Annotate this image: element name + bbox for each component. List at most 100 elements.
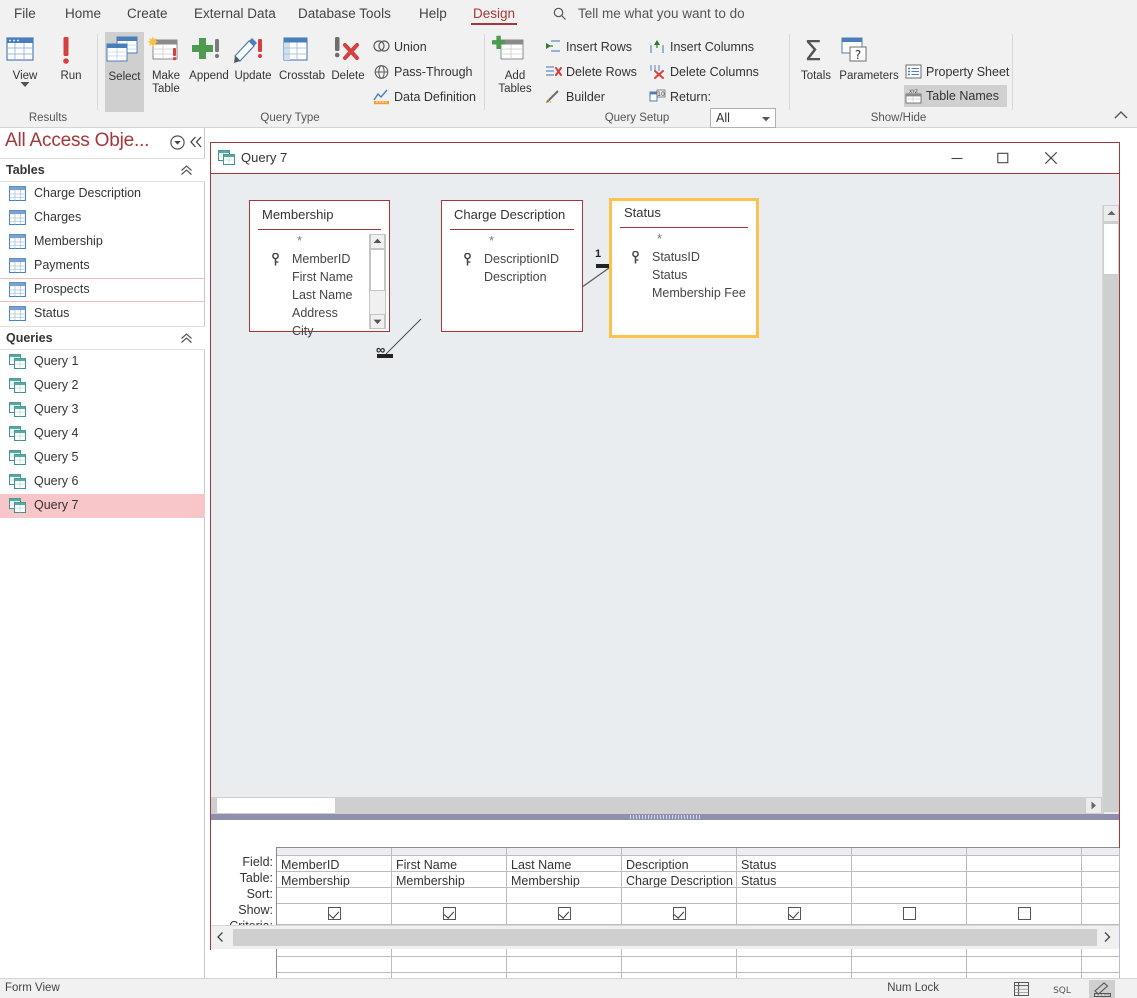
scroll-right-arrow-icon[interactable] [1099, 929, 1117, 946]
diagram-horizontal-scrollbar[interactable] [211, 797, 1102, 814]
grid-field-cell[interactable]: MemberID [277, 856, 392, 872]
nav-item-query-6[interactable]: Query 6 [0, 470, 205, 494]
grid-table-cell[interactable]: Membership [392, 872, 507, 888]
grid-sort-cell[interactable] [277, 888, 392, 904]
grid-show-cell[interactable] [852, 904, 967, 925]
builder-button[interactable]: Builder [544, 86, 605, 108]
grid-column-selector[interactable] [622, 848, 737, 856]
insert-rows-button[interactable]: Insert Rows [544, 36, 632, 58]
field-descriptionid[interactable]: DescriptionID [464, 252, 559, 266]
chevron-up-icon[interactable] [180, 165, 193, 176]
show-checkbox[interactable] [903, 907, 916, 920]
grid-field-cell[interactable] [852, 856, 967, 872]
nav-item-charge-description[interactable]: Charge Description [0, 182, 205, 206]
field-membership-fee[interactable]: Membership Fee [652, 286, 746, 300]
datasheet-view-button[interactable] [1008, 980, 1034, 998]
table-box-status[interactable]: Status * StatusID Status Membership Fee [609, 198, 759, 338]
field-memberid[interactable]: MemberID [272, 252, 350, 266]
scroll-left-arrow-icon[interactable] [213, 929, 231, 946]
nav-item-membership[interactable]: Membership [0, 230, 205, 254]
grid-sort-cell[interactable] [392, 888, 507, 904]
grid-table-cell[interactable]: Membership [277, 872, 392, 888]
nav-item-query-7[interactable]: Query 7 [0, 494, 205, 518]
grid-field-cell[interactable]: Status [737, 856, 852, 872]
update-button[interactable]: Update [232, 34, 274, 83]
delete-columns-button[interactable]: Delete Columns [648, 61, 759, 83]
all-fields-asterisk[interactable]: * [489, 233, 494, 248]
field-first-name[interactable]: First Name [292, 270, 353, 284]
navigation-filter-dropdown-icon[interactable] [170, 135, 185, 150]
close-button[interactable] [1028, 143, 1074, 173]
select-query-button[interactable]: Select [105, 32, 144, 112]
property-sheet-button[interactable]: Property Sheet [904, 61, 1009, 83]
nav-group-queries[interactable]: Queries [0, 326, 205, 350]
grid-column-selector[interactable] [852, 848, 967, 856]
minimize-button[interactable] [934, 143, 980, 173]
grid-column-selector[interactable] [507, 848, 622, 856]
grid-column-selector[interactable] [1082, 848, 1120, 856]
field-status[interactable]: Status [652, 268, 687, 282]
grid-show-cell[interactable] [1082, 904, 1120, 925]
grid-show-cell[interactable] [622, 904, 737, 925]
make-table-button[interactable]: Make Table [146, 34, 186, 96]
collapse-ribbon-icon[interactable] [1113, 109, 1129, 123]
scroll-down-arrow-icon[interactable] [370, 314, 385, 329]
nav-item-query-3[interactable]: Query 3 [0, 398, 205, 422]
table-box-charge-description[interactable]: Charge Description * DescriptionID Descr… [441, 200, 583, 332]
union-button[interactable]: Union [372, 36, 427, 58]
chevron-up-icon[interactable] [180, 333, 193, 344]
show-checkbox[interactable] [673, 907, 686, 920]
grid-sort-cell[interactable] [1082, 888, 1120, 904]
tab-design[interactable]: Design [463, 0, 525, 28]
grid-field-cell[interactable] [1082, 856, 1120, 872]
scrollbar-thumb[interactable] [370, 249, 385, 291]
tab-external-data[interactable]: External Data [184, 0, 286, 28]
scroll-up-arrow-icon[interactable] [1103, 205, 1119, 222]
grid-table-cell[interactable] [852, 872, 967, 888]
grid-field-cell[interactable]: First Name [392, 856, 507, 872]
maximize-button[interactable] [980, 143, 1026, 173]
crosstab-button[interactable]: Crosstab [278, 34, 326, 83]
field-statusid[interactable]: StatusID [632, 250, 700, 264]
append-button[interactable]: Append [188, 34, 230, 83]
show-checkbox[interactable] [443, 907, 456, 920]
grid-column-selector[interactable] [277, 848, 392, 856]
nav-item-payments[interactable]: Payments [0, 254, 205, 278]
grid-empty-cell[interactable] [737, 957, 852, 973]
grid-table-cell[interactable] [1082, 872, 1120, 888]
field-city[interactable]: City [292, 324, 314, 338]
insert-columns-button[interactable]: Insert Columns [648, 36, 754, 58]
nav-item-charges[interactable]: Charges [0, 206, 205, 230]
sql-view-button[interactable]: SQL [1049, 980, 1075, 998]
grid-table-cell[interactable] [967, 872, 1082, 888]
nav-item-query-5[interactable]: Query 5 [0, 446, 205, 470]
grid-table-cell[interactable]: Charge Description [622, 872, 737, 888]
collapse-navigation-pane-icon[interactable] [190, 136, 203, 148]
delete-query-button[interactable]: Delete [328, 34, 368, 83]
grid-empty-cell[interactable] [622, 957, 737, 973]
pass-through-button[interactable]: Pass-Through [372, 61, 473, 83]
diagram-vertical-scrollbar[interactable] [1102, 205, 1119, 814]
field-last-name[interactable]: Last Name [292, 288, 352, 302]
show-checkbox[interactable] [558, 907, 571, 920]
chevron-down-icon[interactable] [20, 82, 30, 88]
grid-show-cell[interactable] [967, 904, 1082, 925]
table-names-toggle[interactable]: XYZ Table Names [904, 85, 1007, 107]
tab-home[interactable]: Home [55, 0, 111, 28]
nav-item-prospects[interactable]: Prospects [0, 278, 205, 302]
nav-item-query-1[interactable]: Query 1 [0, 350, 205, 374]
nav-group-tables[interactable]: Tables [0, 158, 205, 182]
add-tables-button[interactable]: Add Tables [492, 34, 538, 96]
show-checkbox[interactable] [1018, 907, 1031, 920]
tab-help[interactable]: Help [409, 0, 457, 28]
scroll-up-arrow-icon[interactable] [370, 234, 385, 249]
grid-empty-cell[interactable] [277, 957, 392, 973]
nav-item-query-2[interactable]: Query 2 [0, 374, 205, 398]
table-box-scrollbar[interactable] [369, 234, 386, 329]
table-box-membership[interactable]: Membership * MemberID First Name Last Na… [249, 200, 390, 338]
show-checkbox[interactable] [788, 907, 801, 920]
grid-field-cell[interactable]: Last Name [507, 856, 622, 872]
scroll-right-arrow-icon[interactable] [1085, 797, 1102, 814]
grid-sort-cell[interactable] [507, 888, 622, 904]
show-checkbox[interactable] [328, 907, 341, 920]
